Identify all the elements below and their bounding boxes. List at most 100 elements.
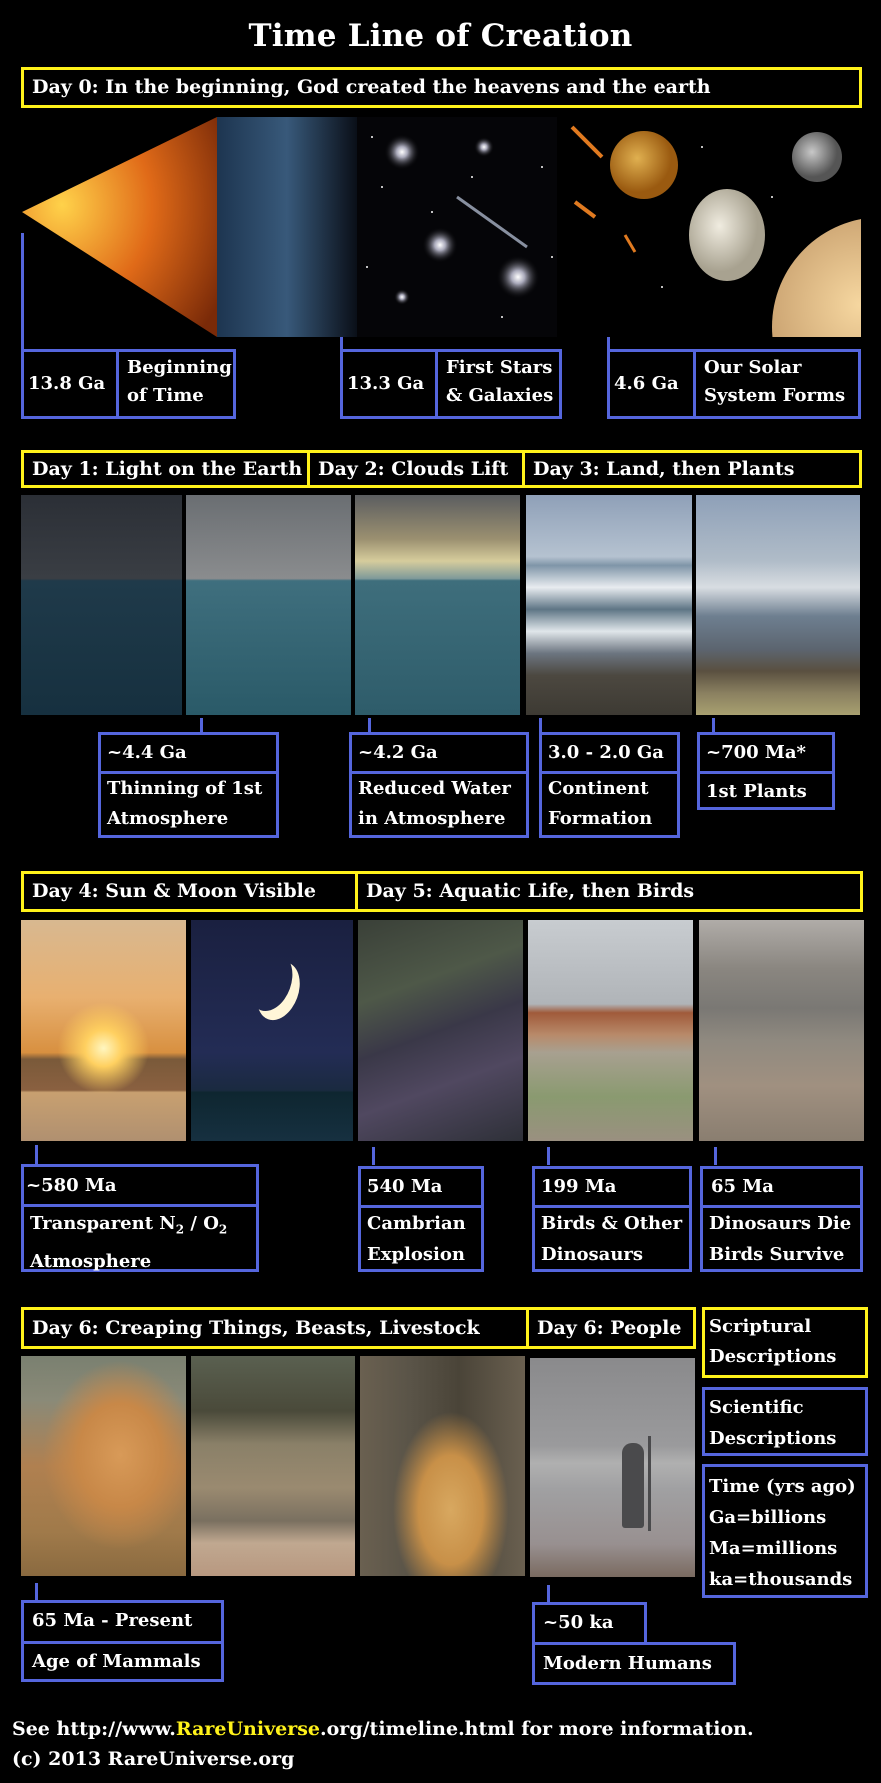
day1-header: Day 1: Light on the Earth: [21, 450, 310, 488]
event-description-line: Cambrian: [367, 1213, 466, 1234]
connector-line: [372, 1147, 375, 1165]
photo-grazing-deer: [191, 1356, 355, 1576]
photo-person-on-beach: [530, 1358, 695, 1577]
event-time: ~700 Ma*: [700, 735, 832, 774]
event-description-line: System Forms: [704, 385, 846, 406]
event-description-text: / O: [184, 1213, 219, 1234]
photo-overcast-ocean: [186, 495, 351, 715]
day6-creatures-header: Day 6: Creaping Things, Beasts, Livestoc…: [21, 1307, 529, 1349]
event-time: 540 Ma: [361, 1169, 481, 1208]
connector-line: [21, 233, 24, 351]
event-time: ~4.4 Ga: [101, 735, 276, 774]
event-description-line: of Time: [127, 385, 204, 406]
connector-line: [35, 1145, 38, 1165]
subscript: 2: [175, 1222, 185, 1237]
event-time: 65 Ma - Present: [24, 1603, 221, 1644]
event-time: ~50 ka: [543, 1612, 614, 1633]
event-description-line: Birds & Other: [541, 1213, 683, 1234]
day5-header: Day 5: Aquatic Life, then Birds: [355, 871, 863, 912]
legend-text: ka=thousands: [709, 1569, 853, 1590]
footer-text: See http://www.: [12, 1718, 176, 1740]
event-box-thinning-atmosphere: ~4.4 Ga Thinning of 1st Atmosphere: [98, 732, 279, 838]
event-description-line: First Stars: [446, 357, 553, 378]
connector-line: [368, 718, 371, 733]
event-time: 13.3 Ga: [343, 352, 438, 416]
day6-people-header: Day 6: People: [526, 1307, 696, 1349]
connector-line: [714, 1147, 717, 1165]
event-time: 3.0 - 2.0 Ga: [542, 735, 677, 774]
event-description-line: Formation: [548, 808, 653, 829]
legend-text: Scriptural: [709, 1316, 812, 1337]
event-box-dinosaurs-die: 65 Ma Dinosaurs Die Birds Survive: [700, 1166, 863, 1272]
event-box-transparent-atmosphere: ~580 Ma Transparent N2 / O2 Atmosphere: [21, 1164, 259, 1272]
event-description-line: Beginning: [127, 357, 232, 378]
legend-scientific: Scientific Descriptions: [702, 1387, 868, 1456]
event-description-line: Age of Mammals: [32, 1651, 201, 1672]
event-description-line: Explosion: [367, 1244, 465, 1265]
event-box-first-plants: ~700 Ma* 1st Plants: [697, 732, 835, 810]
subscript: 2: [218, 1222, 228, 1237]
connector-line: [547, 1585, 550, 1603]
planet-mercury: [610, 131, 678, 199]
event-description-line: Transparent N2 / O2: [24, 1207, 256, 1247]
event-description-line: 1st Plants: [706, 781, 807, 802]
event-time: ~580 Ma: [24, 1167, 256, 1207]
legend-text: Descriptions: [709, 1346, 837, 1367]
connector-line: [539, 718, 542, 733]
event-description-line: Modern Humans: [543, 1653, 712, 1674]
connector-line: [712, 718, 715, 733]
legend-time-units: Time (yrs ago) Ga=billions Ma=millions k…: [702, 1464, 868, 1598]
day0-header: Day 0: In the beginning, God created the…: [21, 67, 862, 108]
legend-text: Ga=billions: [709, 1507, 827, 1528]
event-description-line: in Atmosphere: [358, 808, 506, 829]
photo-shore-with-plants: [696, 495, 860, 715]
legend-text: Ma=millions: [709, 1538, 838, 1559]
event-box-reduced-water: ~4.2 Ga Reduced Water in Atmosphere: [349, 732, 529, 838]
event-description-line: & Galaxies: [446, 385, 554, 406]
event-description-line: Our Solar: [704, 357, 802, 378]
big-bang-region: [22, 117, 222, 337]
event-time: 4.6 Ga: [610, 352, 696, 416]
event-time-box-modern-humans: ~50 ka: [532, 1602, 647, 1645]
cosmic-history-image: [22, 117, 861, 337]
photo-clouds-breaking-ocean: [355, 495, 520, 715]
event-box-birds-dinosaurs: 199 Ma Birds & Other Dinosaurs: [532, 1166, 692, 1272]
person-silhouette: [622, 1443, 644, 1528]
day2-header: Day 2: Clouds Lift: [307, 450, 525, 488]
planet-venus: [689, 189, 765, 281]
event-description-line: Thinning of 1st: [107, 778, 263, 799]
photo-waves-and-shore: [526, 495, 692, 715]
spear-silhouette: [648, 1436, 651, 1531]
nebula-region: [217, 117, 357, 337]
connector-line: [200, 718, 203, 733]
large-planet: [772, 219, 861, 337]
event-box-first-stars: 13.3 Ga First Stars & Galaxies: [340, 349, 562, 419]
event-time: 13.8 Ga: [24, 352, 119, 416]
footer-more-info: See http://www.RareUniverse.org/timeline…: [12, 1718, 754, 1740]
event-description-line: Dinosaurs: [541, 1244, 644, 1265]
photo-dinosaurs-and-birds: [528, 920, 693, 1141]
photo-dark-stormy-ocean: [21, 495, 182, 715]
event-description-line: Reduced Water: [358, 778, 511, 799]
event-box-cambrian-explosion: 540 Ma Cambrian Explosion: [358, 1166, 484, 1272]
connector-line: [547, 1147, 550, 1165]
footer-copyright: (c) 2013 RareUniverse.org: [12, 1748, 295, 1770]
photo-crescent-moon-night-sea: [191, 920, 353, 1141]
photo-sunset-over-water: [21, 920, 186, 1141]
event-description-line: Continent: [548, 778, 649, 799]
footer-text: .org/timeline.html for more information.: [320, 1718, 754, 1740]
photo-fish-underwater: [358, 920, 523, 1141]
legend-text: Time (yrs ago): [709, 1476, 856, 1497]
event-time: 65 Ma: [703, 1169, 860, 1208]
footer-link-highlight[interactable]: RareUniverse: [176, 1718, 320, 1740]
legend-text: Descriptions: [709, 1428, 837, 1449]
event-time: 199 Ma: [535, 1169, 689, 1208]
event-box-modern-humans: Modern Humans: [532, 1642, 736, 1685]
legend-text: Scientific: [709, 1397, 804, 1418]
photo-lion-rolling: [360, 1356, 525, 1576]
event-time: ~4.2 Ga: [352, 735, 526, 774]
event-box-continent-formation: 3.0 - 2.0 Ga Continent Formation: [539, 732, 680, 838]
cosmic-panorama-graphic: [22, 117, 861, 337]
event-description-line: Dinosaurs Die: [709, 1213, 852, 1234]
photo-spiny-mice: [21, 1356, 186, 1576]
